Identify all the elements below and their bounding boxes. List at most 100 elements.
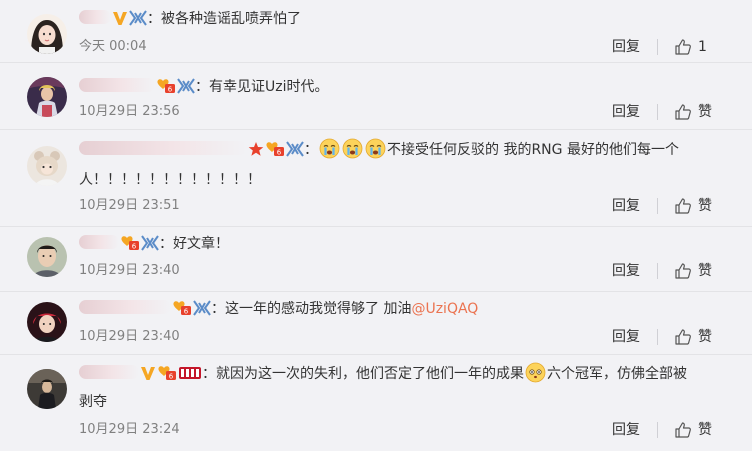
comment-item: 6 ：这一年的感动我觉得够了 加油@UziQAQ 10月29日 23:40 回复 …: [0, 292, 752, 355]
comment-meta: 10月29日 23:51 回复 赞: [79, 197, 730, 215]
like-label: 赞: [698, 329, 712, 345]
comment-text: ：就因为这一次的失利，他们否定了他们一年的成果: [202, 366, 524, 382]
comment-item: 6 ：有幸见证Uzi时代。 10月29日 23:56 回复 赞: [0, 63, 752, 130]
svg-text:6: 6: [168, 86, 173, 94]
svg-text:6: 6: [169, 373, 174, 381]
comment-text-continued: 六个冠军，仿佛全部被: [547, 366, 687, 382]
svg-text:6: 6: [184, 308, 189, 316]
crying-emoji-icon: [365, 138, 386, 159]
mention-link[interactable]: @UziQAQ: [411, 301, 478, 317]
avatar[interactable]: [27, 237, 67, 277]
like-button[interactable]: 赞: [668, 197, 730, 215]
divider: [657, 198, 658, 214]
divider: [657, 422, 658, 438]
comment-content: 6 ：就因为这一次的失利，他们否定了他们一年的成果 六个冠军，仿佛全部被 剥夺: [79, 362, 730, 414]
fan-level-icon[interactable]: 6: [157, 364, 177, 381]
fan-icon[interactable]: [193, 300, 211, 316]
username[interactable]: [79, 141, 247, 155]
crying-emoji-icon: [342, 138, 363, 159]
comment-text: ：被各种造谣乱喷弄怕了: [147, 11, 301, 27]
username[interactable]: [79, 10, 111, 24]
fan-level-icon[interactable]: 6: [120, 234, 140, 251]
like-label: 赞: [698, 104, 712, 120]
avatar[interactable]: [27, 302, 67, 342]
comment-item: 6：不接受任何反驳的 我的RNG 最好的他们每一个 人！！！！！！！！！！！！ …: [0, 130, 752, 227]
blank-stare-emoji-icon: [525, 362, 546, 383]
comment-text-continued: 不接受任何反驳的 我的RNG 最好的他们每一个: [387, 142, 679, 158]
like-button[interactable]: 赞: [668, 262, 730, 280]
avatar[interactable]: [27, 77, 67, 117]
avatar[interactable]: [27, 369, 67, 409]
fan-level-icon[interactable]: 6: [172, 299, 192, 316]
v-icon[interactable]: [112, 10, 128, 26]
comment-meta: 10月29日 23:40 回复 赞: [79, 262, 730, 280]
v-icon[interactable]: [140, 365, 156, 381]
like-button[interactable]: 赞: [668, 103, 730, 121]
comment-item: ：被各种造谣乱喷弄怕了 今天 00:04 回复 1: [0, 0, 752, 63]
thumb-up-icon: [674, 328, 692, 351]
comment-meta: 10月29日 23:56 回复 赞: [79, 103, 730, 121]
comment-meta: 10月29日 23:24 回复 赞: [79, 421, 730, 439]
comment-text: ：好文章！: [159, 236, 229, 252]
comment-content: 6 ： 不接受任何反驳的 我的RNG 最好的他们每一个 人！！！！！！！！！！！！: [79, 138, 730, 192]
fan-level-icon[interactable]: 6: [265, 140, 285, 157]
thumb-up-icon: [674, 38, 692, 61]
comment-item: 6 ：就因为这一次的失利，他们否定了他们一年的成果 六个冠军，仿佛全部被 剥夺 10…: [0, 355, 752, 451]
username[interactable]: [79, 300, 171, 314]
like-label: 赞: [698, 422, 712, 438]
avatar[interactable]: [27, 14, 67, 54]
fan-icon[interactable]: [286, 141, 304, 157]
like-button[interactable]: 赞: [668, 328, 730, 346]
comment-content: ：被各种造谣乱喷弄怕了: [79, 7, 730, 31]
comment-text: ：这一年的感动我觉得够了 加油: [211, 301, 412, 317]
comment-text-line2: 人！！！！！！！！！！！！: [79, 172, 261, 188]
comment-time: 10月29日 23:24: [79, 422, 180, 437]
crying-emoji-icon: [319, 138, 340, 159]
like-label: 赞: [698, 263, 712, 279]
divider: [657, 104, 658, 120]
reply-button[interactable]: 回复: [612, 38, 640, 56]
reply-button[interactable]: 回复: [612, 328, 640, 346]
divider: [657, 329, 658, 345]
comment-content: 6 ：这一年的感动我觉得够了 加油@UziQAQ: [79, 297, 730, 321]
avatar[interactable]: [27, 146, 67, 186]
rng-medal-icon[interactable]: [178, 365, 202, 381]
like-label: 赞: [698, 198, 712, 214]
thumb-up-icon: [674, 421, 692, 444]
thumb-up-icon: [674, 262, 692, 285]
comment-text-line2: 剥夺: [79, 394, 107, 410]
comment-content: 6 ：好文章！: [79, 232, 730, 256]
comment-time: 10月29日 23:40: [79, 329, 180, 344]
fan-icon[interactable]: [129, 10, 147, 26]
comment-time: 10月29日 23:51: [79, 198, 180, 213]
thumb-up-icon: [674, 197, 692, 220]
username[interactable]: [79, 78, 155, 92]
reply-button[interactable]: 回复: [612, 197, 640, 215]
svg-text:6: 6: [132, 243, 137, 251]
divider: [657, 39, 658, 55]
like-button[interactable]: 1: [668, 38, 730, 56]
like-button[interactable]: 赞: [668, 421, 730, 439]
fan-level-icon[interactable]: 6: [156, 77, 176, 94]
comment-content: 6 ：有幸见证Uzi时代。: [79, 75, 730, 99]
comment-text: ：: [304, 142, 318, 158]
fan-icon[interactable]: [177, 78, 195, 94]
comment-meta: 10月29日 23:40 回复 赞: [79, 328, 730, 346]
username[interactable]: [79, 235, 119, 249]
reply-button[interactable]: 回复: [612, 421, 640, 439]
fan-icon[interactable]: [141, 235, 159, 251]
comment-time: 10月29日 23:40: [79, 263, 180, 278]
comment-text: ：有幸见证Uzi时代。: [195, 79, 329, 95]
star-icon[interactable]: [248, 141, 264, 157]
comment-time: 10月29日 23:56: [79, 104, 180, 119]
reply-button[interactable]: 回复: [612, 103, 640, 121]
thumb-up-icon: [674, 103, 692, 126]
divider: [657, 263, 658, 279]
comment-meta: 今天 00:04 回复 1: [79, 38, 730, 56]
svg-text:6: 6: [277, 149, 282, 157]
reply-button[interactable]: 回复: [612, 262, 640, 280]
like-count: 1: [698, 39, 707, 55]
comment-time: 今天 00:04: [79, 39, 147, 54]
username[interactable]: [79, 365, 139, 379]
comment-item: 6 ：好文章！ 10月29日 23:40 回复 赞: [0, 227, 752, 292]
